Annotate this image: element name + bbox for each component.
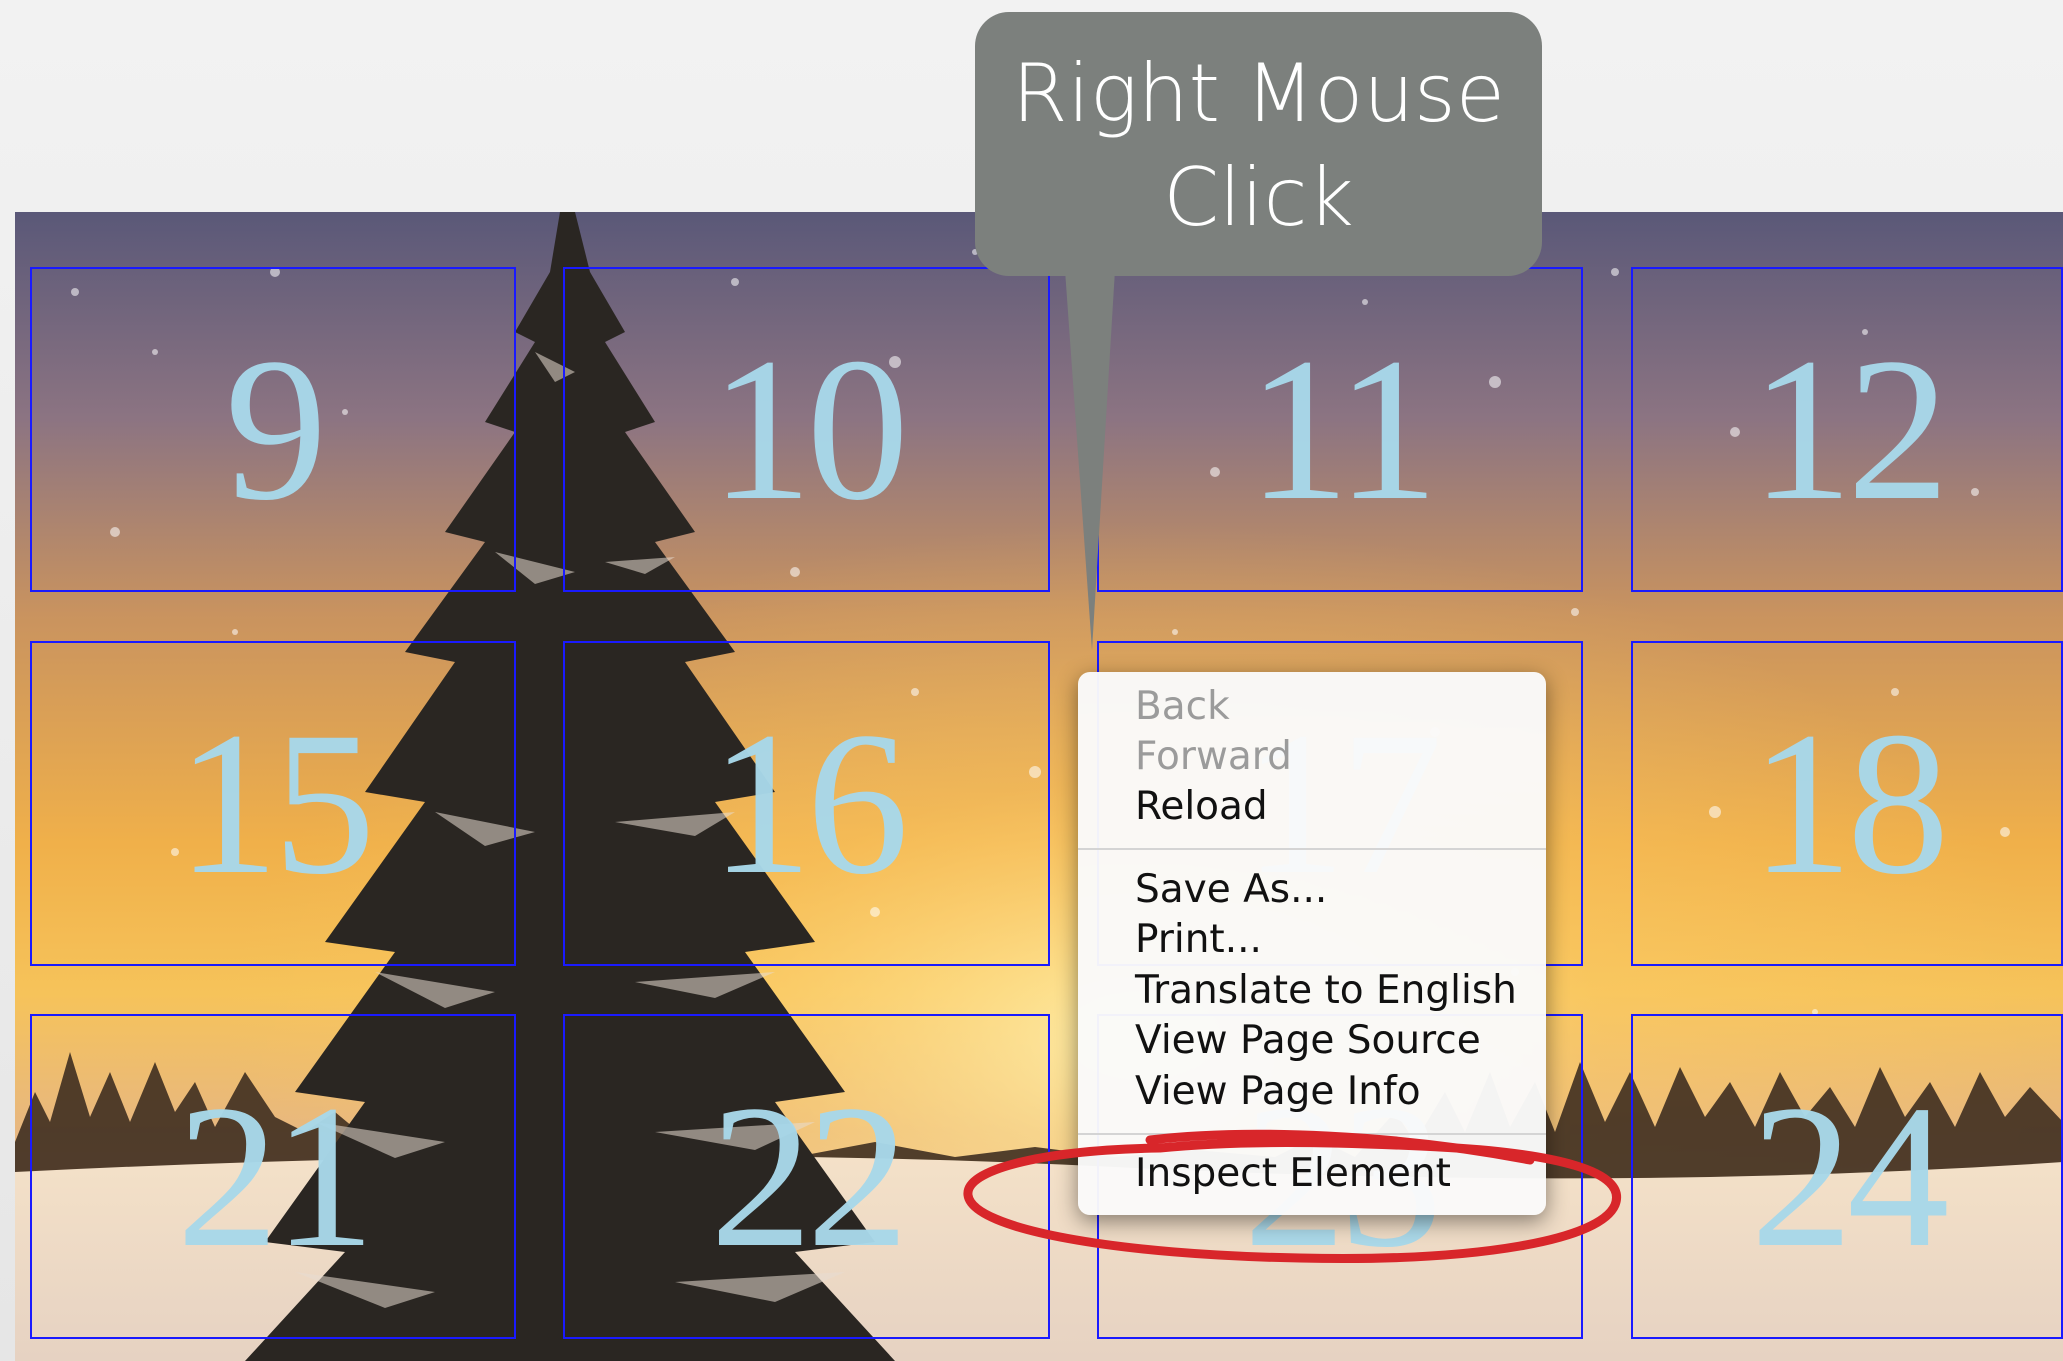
day-number: 15: [176, 690, 376, 917]
calendar-cell-11[interactable]: 11: [1097, 267, 1583, 592]
menu-item-view-source[interactable]: View Page Source: [1135, 1016, 1481, 1066]
day-number: 24: [1750, 1063, 1950, 1290]
menu-item-forward: Forward: [1135, 734, 1292, 779]
calendar-cell-18[interactable]: 18: [1631, 641, 2063, 966]
menu-item-reload[interactable]: Reload: [1135, 782, 1268, 832]
menu-item-print[interactable]: Print...: [1135, 915, 1262, 965]
calendar-cell-24[interactable]: 24: [1631, 1014, 2063, 1339]
day-number: 22: [710, 1063, 909, 1290]
calendar-cell-10[interactable]: 10: [563, 267, 1050, 592]
calendar-cell-22[interactable]: 22: [563, 1014, 1050, 1339]
day-number: 16: [710, 690, 909, 917]
menu-item-translate[interactable]: Translate to English: [1135, 966, 1517, 1016]
context-menu: Back Forward Reload Save As... Print... …: [1078, 672, 1546, 1215]
calendar-cell-16[interactable]: 16: [563, 641, 1050, 966]
menu-separator: [1078, 1133, 1546, 1135]
calendar-cell-15[interactable]: 15: [30, 641, 516, 966]
day-number: 21: [176, 1063, 376, 1290]
day-number: 9: [224, 316, 327, 543]
day-number: 11: [1247, 316, 1438, 543]
callout-line-1: Right Mouse: [1012, 47, 1505, 140]
menu-separator: [1078, 848, 1546, 850]
calendar-cell-12[interactable]: 12: [1631, 267, 2063, 592]
day-number: 18: [1750, 690, 1950, 917]
calendar-cell-21[interactable]: 21: [30, 1014, 516, 1339]
right-click-callout: Right Mouse Click: [975, 12, 1542, 276]
menu-item-back: Back: [1135, 684, 1230, 729]
callout-line-2: Click: [1163, 151, 1354, 244]
calendar-cell-9[interactable]: 9: [30, 267, 516, 592]
day-number: 12: [1750, 316, 1950, 543]
menu-item-save-as[interactable]: Save As...: [1135, 865, 1327, 915]
day-number: 10: [710, 316, 909, 543]
menu-item-page-info[interactable]: View Page Info: [1135, 1067, 1421, 1117]
menu-item-inspect-element[interactable]: Inspect Element: [1135, 1149, 1451, 1199]
